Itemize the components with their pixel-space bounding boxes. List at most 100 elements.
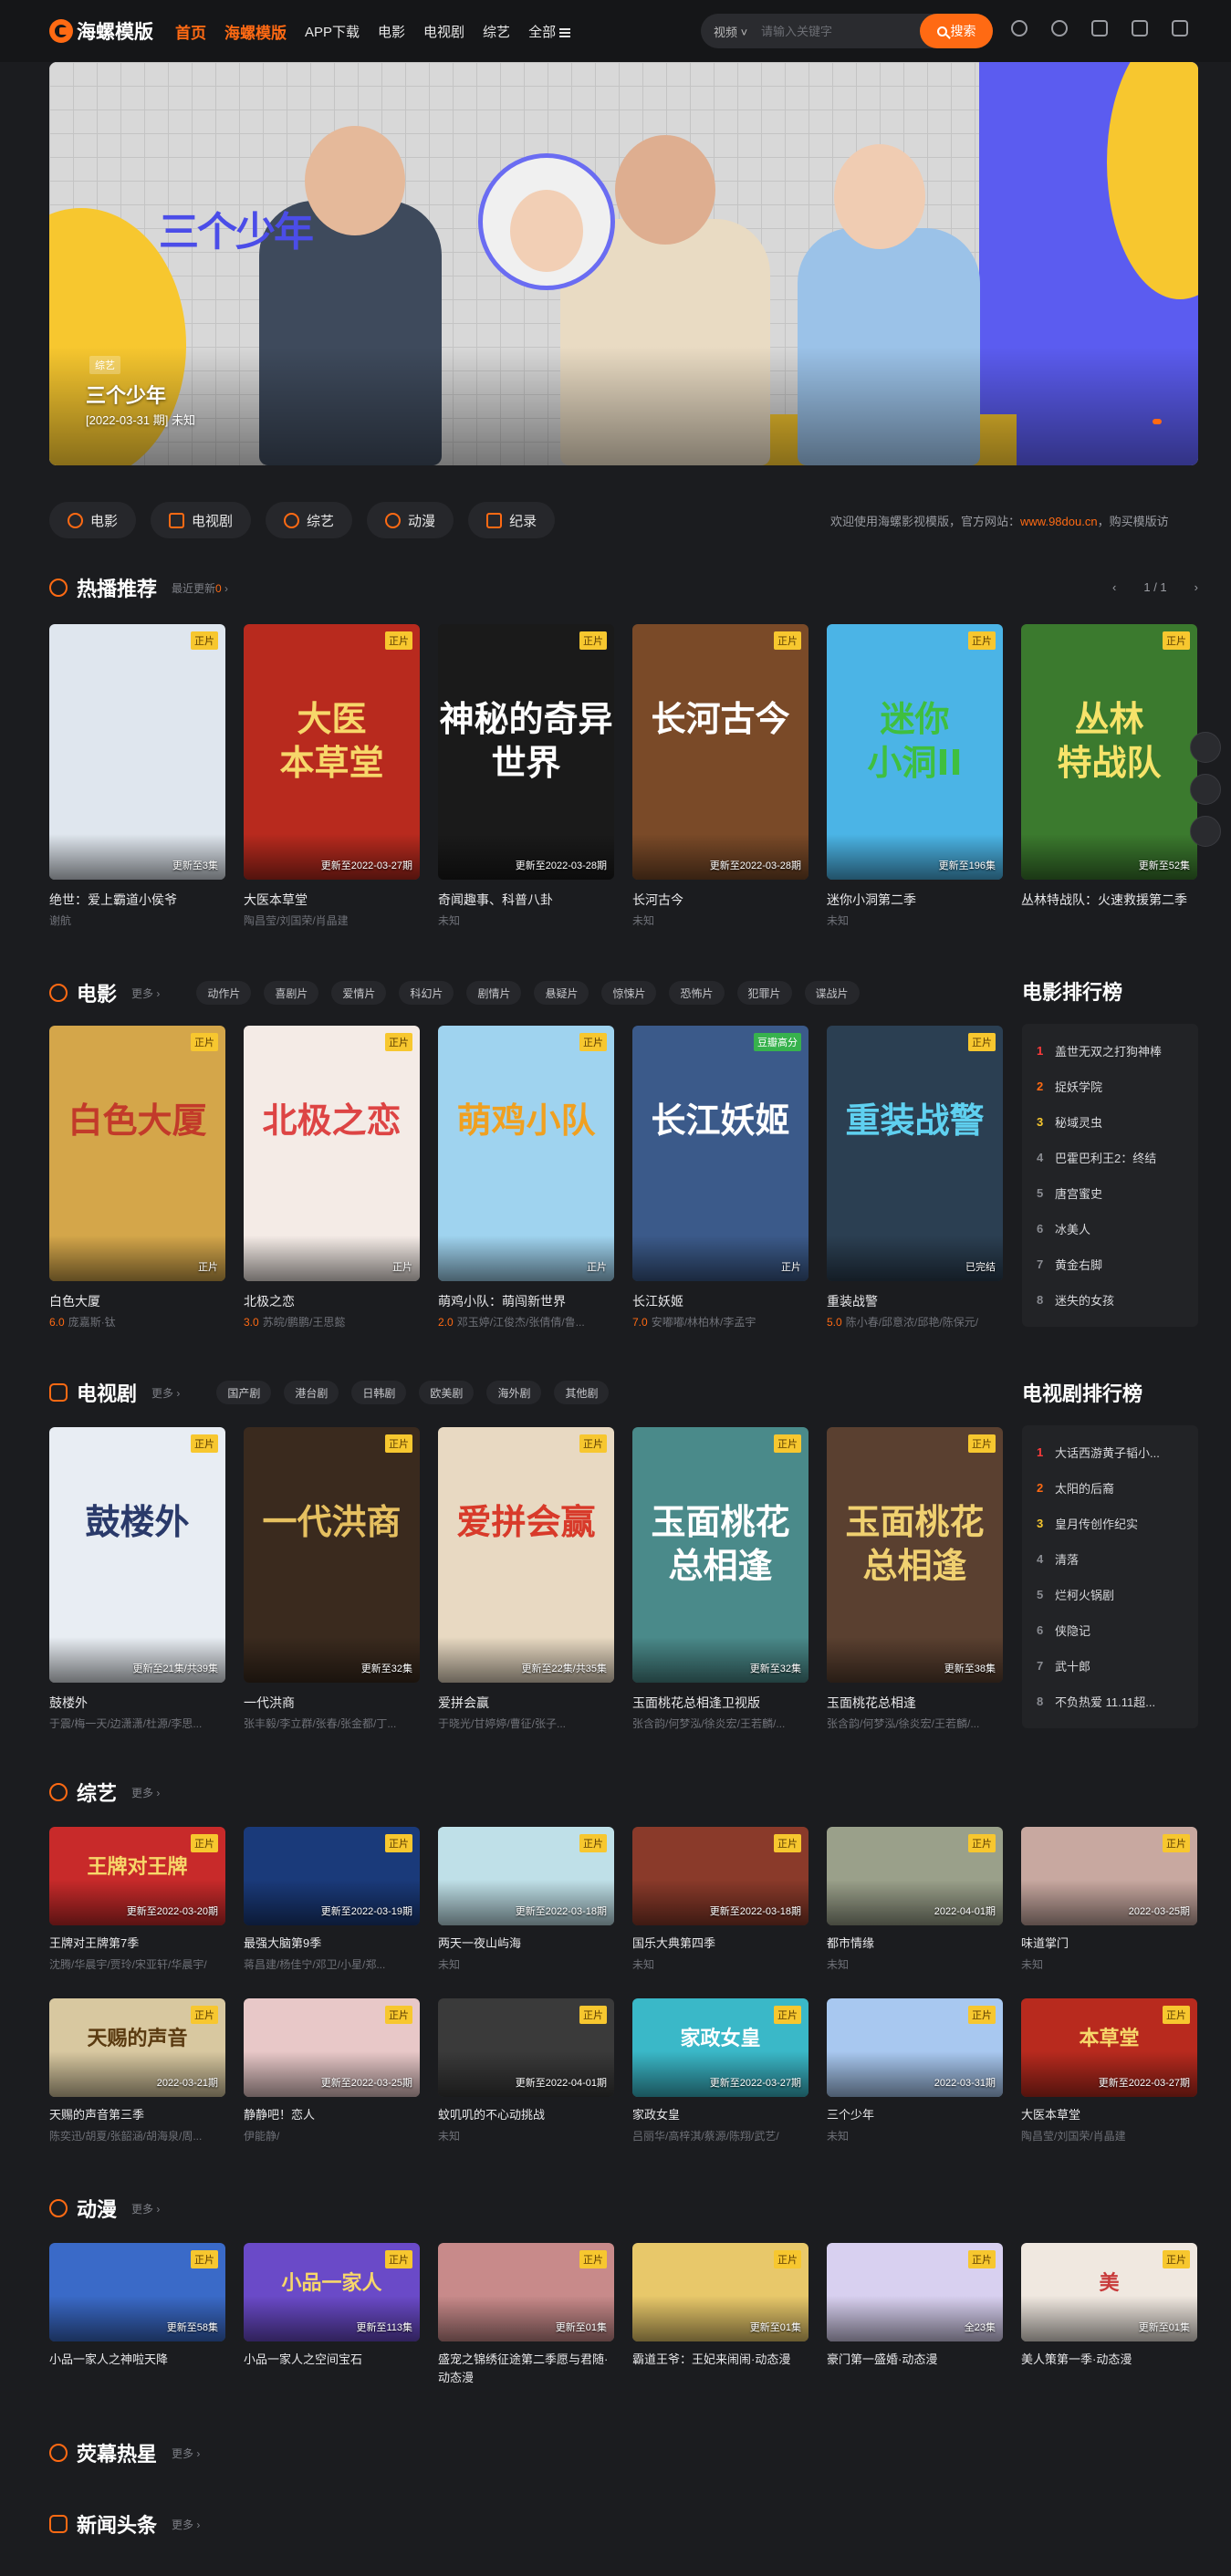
video-card[interactable]: 正片 更新至2022-03-18期 两天一夜山屿海 未知 (438, 1827, 614, 1972)
video-card[interactable]: 神秘的奇异世界 正片 更新至2022-03-28期 奇闻趣事、科普八卦 未知 (438, 624, 614, 928)
notice-link[interactable]: www.98dou.cn (1020, 515, 1098, 528)
video-card[interactable]: 萌鸡小队 正片 正片 萌鸡小队：萌闯新世界 2.0 邓玉婷/江俊杰/张倩倩/鲁... (438, 1026, 614, 1330)
video-poster[interactable]: 天赐的声音 正片 2022-03-21期 (49, 1998, 225, 2097)
video-title[interactable]: 都市情缘 (827, 1935, 1003, 1953)
next-page-icon[interactable]: › (1194, 580, 1198, 594)
video-poster[interactable]: 正片 更新至2022-03-18期 (632, 1827, 808, 1925)
video-poster[interactable]: 正片 2022-03-25期 (1021, 1827, 1197, 1925)
video-title[interactable]: 三个少年 (827, 2106, 1003, 2124)
video-poster[interactable]: 长河古今 正片 更新至2022-03-28期 (632, 624, 808, 880)
video-card[interactable]: 天赐的声音 正片 2022-03-21期 天赐的声音第三季 陈奕迅/胡夏/张韶涵/胡海泉… (49, 1998, 225, 2143)
video-poster[interactable]: 重装战警 正片 已完结 (827, 1026, 1003, 1281)
more-link[interactable]: 更多 › (151, 1385, 180, 1401)
search-type-select[interactable]: 视频 ˅ (701, 23, 761, 40)
video-poster[interactable]: 家政女皇 正片 更新至2022-03-27期 (632, 1998, 808, 2097)
video-title[interactable]: 爱拼会赢 (438, 1694, 614, 1712)
rank-item[interactable]: 2 太阳的后裔 (1022, 1470, 1198, 1506)
more-link[interactable]: 更多 › (131, 2201, 160, 2216)
video-card[interactable]: 迷你 小洞II 正片 更新至196集 迷你小洞第二季 未知 (827, 624, 1003, 928)
chip-variety[interactable]: 综艺 (266, 502, 353, 538)
video-card[interactable]: 长河古今 正片 更新至2022-03-28期 长河古今 未知 (632, 624, 808, 928)
video-poster[interactable]: 正片 更新至2022-03-18期 (438, 1827, 614, 1925)
video-title[interactable]: 丛林特战队：火速救援第二季 (1021, 891, 1197, 909)
nav-app[interactable]: APP下载 (305, 22, 360, 41)
video-title[interactable]: 静静吧！恋人 (244, 2106, 420, 2124)
video-card[interactable]: 大医 本草堂 正片 更新至2022-03-27期 大医本草堂 陶昌莹/刘国荣/肖晶建 (244, 624, 420, 928)
video-title[interactable]: 大医本草堂 (244, 891, 420, 909)
genre-tag[interactable]: 动作片 (196, 981, 252, 1005)
video-poster[interactable]: 小品一家人 正片 更新至113集 (244, 2243, 420, 2341)
video-poster[interactable]: 正片 2022-04-01期 (827, 1827, 1003, 1925)
video-card[interactable]: 小品一家人 正片 更新至113集 小品一家人之空间宝石 (244, 2243, 420, 2387)
video-title[interactable]: 长河古今 (632, 891, 808, 909)
rank-item[interactable]: 8 不负热爱 11.11超... (1022, 1684, 1198, 1719)
video-card[interactable]: 玉面桃花 总相逢 正片 更新至38集 玉面桃花总相逢 张含韵/何梦泓/徐炎宏/王若麟/.… (827, 1427, 1003, 1731)
chip-documentary[interactable]: 纪录 (468, 502, 556, 538)
rank-item[interactable]: 1 盖世无双之打狗神棒 (1022, 1033, 1198, 1069)
video-poster[interactable]: 正片 更新至58集 (49, 2243, 225, 2341)
video-title[interactable]: 最强大脑第9季 (244, 1935, 420, 1953)
rank-item[interactable]: 5 烂柯火锅剧 (1022, 1577, 1198, 1612)
video-poster[interactable]: 正片 更新至01集 (438, 2243, 614, 2341)
genre-tag[interactable]: 喜剧片 (264, 981, 319, 1005)
video-card[interactable]: 王牌对王牌 正片 更新至2022-03-20期 王牌对王牌第7季 沈腾/华晨宇/贾玲/宋… (49, 1827, 225, 1972)
video-title[interactable]: 蚊叽叽的不心动挑战 (438, 2106, 614, 2124)
genre-tag[interactable]: 欧美剧 (419, 1381, 475, 1404)
video-poster[interactable]: 正片 更新至2022-03-19期 (244, 1827, 420, 1925)
video-card[interactable]: 正片 全23集 豪门第一盛婚·动态漫 (827, 2243, 1003, 2387)
video-title[interactable]: 小品一家人之神啦天降 (49, 2351, 225, 2369)
latest-updates-link[interactable]: 最近更新0 › (172, 580, 228, 596)
video-card[interactable]: 正片 更新至58集小品一家人之神啦天降 (49, 2243, 225, 2387)
rank-item[interactable]: 1 大话西游黄子韬小... (1022, 1434, 1198, 1470)
video-title[interactable]: 鼓楼外 (49, 1694, 225, 1712)
app-icon[interactable] (1132, 20, 1148, 37)
video-title[interactable]: 盛宠之锦绣征途第二季愿与君随·动态漫 (438, 2351, 614, 2387)
video-title[interactable]: 两天一夜山屿海 (438, 1935, 614, 1953)
video-card[interactable]: 白色大厦 正片 正片 白色大厦 6.0 庞嘉斯·钛 (49, 1026, 225, 1330)
genre-tag[interactable]: 国产剧 (216, 1381, 272, 1404)
genre-tag[interactable]: 日韩剧 (351, 1381, 407, 1404)
video-title[interactable]: 重装战警 (827, 1292, 1003, 1310)
video-poster[interactable]: 白色大厦 正片 正片 (49, 1026, 225, 1281)
video-title[interactable]: 奇闻趣事、科普八卦 (438, 891, 614, 909)
video-card[interactable]: 正片 2022-03-31期 三个少年 未知 (827, 1998, 1003, 2143)
hero-banner[interactable]: 三个少年 综艺 三个少年 [2022-03-31 期] 未知 (49, 62, 1198, 465)
genre-tag[interactable]: 科幻片 (399, 981, 454, 1005)
video-card[interactable]: 正片 2022-04-01期 都市情缘 未知 (827, 1827, 1003, 1972)
more-link[interactable]: 更多 › (131, 1785, 160, 1800)
video-title[interactable]: 家政女皇 (632, 2106, 808, 2124)
video-card[interactable]: 正片 更新至01集盛宠之锦绣征途第二季愿与君随·动态漫 (438, 2243, 614, 2387)
video-title[interactable]: 豪门第一盛婚·动态漫 (827, 2351, 1003, 2369)
prev-page-icon[interactable]: ‹ (1112, 580, 1116, 594)
more-link[interactable]: 更多 › (131, 986, 160, 1001)
back-to-top-icon[interactable] (1190, 816, 1221, 847)
video-card[interactable]: 正片 更新至2022-03-18期 国乐大典第四季 未知 (632, 1827, 808, 1972)
video-poster[interactable]: 大医 本草堂 正片 更新至2022-03-27期 (244, 624, 420, 880)
wechat-icon[interactable] (1051, 20, 1068, 37)
video-title[interactable]: 北极之恋 (244, 1292, 420, 1310)
rank-item[interactable]: 4 巴霍巴利王2：终结 (1022, 1140, 1198, 1175)
user-icon[interactable] (1172, 20, 1188, 37)
more-link[interactable]: 更多 › (172, 2446, 200, 2461)
video-poster[interactable]: 玉面桃花 总相逢 正片 更新至38集 (827, 1427, 1003, 1683)
video-card[interactable]: 玉面桃花 总相逢 正片 更新至32集 玉面桃花总相逢卫视版 张含韵/何梦泓/徐炎宏/王若… (632, 1427, 808, 1731)
genre-tag[interactable]: 犯罪片 (736, 981, 792, 1005)
genre-tag[interactable]: 剧情片 (466, 981, 522, 1005)
video-poster[interactable]: 正片 2022-03-31期 (827, 1998, 1003, 2097)
video-title[interactable]: 霸道王爷：王妃来闹闹·动态漫 (632, 2351, 808, 2369)
more-link[interactable]: 更多 › (172, 2517, 200, 2532)
rank-item[interactable]: 5 唐宫蜜史 (1022, 1175, 1198, 1211)
video-card[interactable]: 一代洪商 正片 更新至32集 一代洪商 张丰毅/李立群/张春/张金都/丁... (244, 1427, 420, 1731)
video-poster[interactable]: 神秘的奇异世界 正片 更新至2022-03-28期 (438, 624, 614, 880)
video-poster[interactable]: 爱拼会赢 正片 更新至22集/共35集 (438, 1427, 614, 1683)
video-title[interactable]: 国乐大典第四季 (632, 1935, 808, 1953)
video-title[interactable]: 一代洪商 (244, 1694, 420, 1712)
genre-tag[interactable]: 恐怖片 (669, 981, 725, 1005)
rank-item[interactable]: 8 迷失的女孩 (1022, 1282, 1198, 1318)
nav-tv[interactable]: 电视剧 (423, 22, 464, 41)
video-title[interactable]: 迷你小洞第二季 (827, 891, 1003, 909)
rank-item[interactable]: 6 冰美人 (1022, 1211, 1198, 1246)
video-title[interactable]: 王牌对王牌第7季 (49, 1935, 225, 1953)
video-title[interactable]: 白色大厦 (49, 1292, 225, 1310)
video-card[interactable]: 正片 更新至01集 霸道王爷：王妃来闹闹·动态漫 (632, 2243, 808, 2387)
